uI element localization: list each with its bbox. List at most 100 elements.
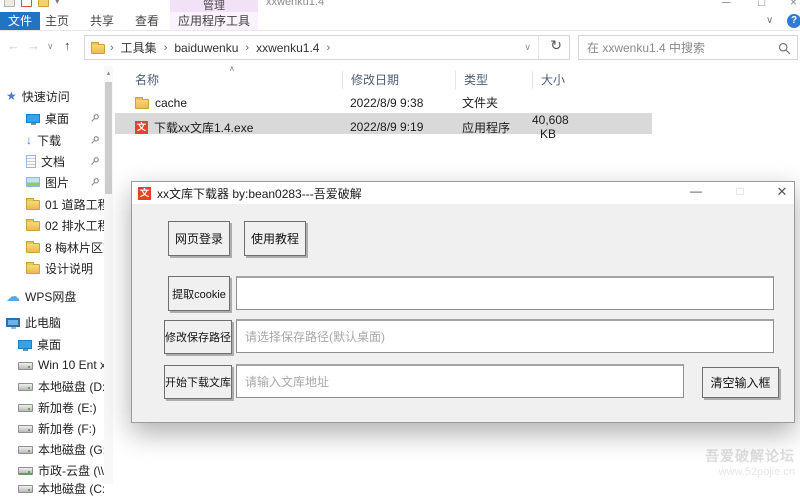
desktop-icon [26, 114, 40, 123]
pin-icon [90, 177, 100, 187]
pin-icon [90, 113, 100, 123]
tab-file[interactable]: 文件 [0, 12, 40, 30]
sidebar-scrollbar[interactable]: ▴ [104, 66, 113, 484]
back-button[interactable]: ← [7, 38, 20, 53]
sidebar-item-drive-e[interactable]: 新加卷 (E:) [0, 397, 104, 417]
window-minimize-button[interactable]: ─ [722, 0, 731, 9]
sidebar-item-desktop[interactable]: 桌面 [0, 108, 104, 128]
sidebar-item-this-pc[interactable]: 此电脑 [0, 312, 104, 332]
column-header-name[interactable]: 名称 [115, 71, 342, 89]
sidebar-label: 此电脑 [25, 314, 61, 331]
help-icon[interactable]: ? [787, 14, 800, 28]
sidebar-item-wps-cloud[interactable]: ☁ WPS网盘 [0, 286, 104, 306]
sidebar-item-folder[interactable]: 设计说明 [0, 258, 104, 278]
dialog-minimize-button[interactable]: — [684, 184, 708, 198]
watermark-line2: www.52pojie.cn [705, 466, 795, 478]
dialog-close-button[interactable]: ✕ [770, 184, 794, 200]
sidebar-item-network-drive[interactable]: 市政-云盘 (\\192 [0, 460, 104, 480]
tab-application-tools[interactable]: 应用程序工具 [170, 12, 258, 30]
folder-icon [26, 243, 40, 253]
search-icon[interactable] [778, 42, 791, 55]
breadcrumb-item[interactable]: xxwenku1.4 [254, 41, 321, 55]
cookie-input[interactable] [236, 276, 774, 310]
sidebar-label: 本地磁盘 (C:) [38, 480, 104, 497]
tutorial-button[interactable]: 使用教程 [244, 221, 306, 256]
sidebar-label: 本地磁盘 (G:) [38, 441, 104, 458]
sidebar-item-drive-partial[interactable]: 本地磁盘 (C:) [0, 478, 104, 498]
drive-icon [18, 446, 33, 454]
sidebar-item-desktop[interactable]: 桌面 [0, 334, 104, 354]
sidebar-label: 快速访问 [22, 88, 70, 105]
ribbon-collapse-icon[interactable]: ∨ [766, 15, 773, 26]
doc-url-input[interactable] [236, 364, 684, 398]
watermark: 吾爱破解论坛 www.52pojie.cn [705, 446, 795, 478]
dialog-title: xx文库下载器 by:bean0283---吾爱破解 [157, 185, 362, 202]
star-icon: ★ [6, 90, 17, 102]
forward-button[interactable]: → [27, 38, 40, 53]
sidebar-item-drive-d[interactable]: 本地磁盘 (D:) [0, 376, 104, 396]
tab-view[interactable]: 查看 [128, 12, 166, 30]
scroll-up-icon[interactable]: ▴ [104, 69, 113, 77]
tab-home[interactable]: 主页 [38, 12, 76, 30]
qat-new-folder-icon[interactable] [21, 0, 32, 7]
file-row-cache[interactable]: cache 2022/8/9 9:38 文件夹 [115, 92, 652, 113]
address-dropdown-icon[interactable]: ∨ [524, 42, 531, 53]
file-name: 下载xx文库1.4.exe [154, 119, 253, 136]
sidebar-label: Win 10 Ent x64 [38, 358, 104, 372]
sidebar-item-pictures[interactable]: 图片 [0, 172, 104, 192]
search-box [578, 35, 798, 60]
dialog-titlebar[interactable]: 文 xx文库下载器 by:bean0283---吾爱破解 — □ ✕ [132, 182, 794, 204]
sidebar-label: 8 梅林片区市政 [45, 239, 104, 256]
breadcrumb-chevron-icon: › [240, 42, 254, 54]
scrollbar-thumb[interactable] [105, 82, 112, 194]
up-button[interactable]: ↑ [64, 38, 71, 53]
wenku-exe-icon: 文 [135, 121, 148, 134]
sidebar-item-folder[interactable]: 01 道路工程 [0, 194, 104, 214]
sidebar-item-folder[interactable]: 8 梅林片区市政 [0, 237, 104, 257]
sidebar-label: WPS网盘 [25, 288, 76, 305]
file-row-exe[interactable]: 文 下载xx文库1.4.exe 2022/8/9 9:19 应用程序 40,60… [115, 113, 652, 134]
search-input[interactable] [579, 36, 769, 59]
dialog-maximize-button: □ [728, 184, 752, 198]
tab-share[interactable]: 共享 [84, 12, 120, 30]
qat-dropdown-icon[interactable]: ▾ [55, 0, 66, 7]
breadcrumb-item[interactable]: baiduwenku [172, 41, 240, 55]
sidebar-item-documents[interactable]: 文档 [0, 151, 104, 171]
desktop-icon [18, 340, 32, 349]
drive-icon [18, 404, 33, 412]
sidebar-item-drive-f[interactable]: 新加卷 (F:) [0, 418, 104, 438]
sidebar-item-downloads[interactable]: ↓ 下载 [0, 130, 104, 150]
sidebar-label: 01 道路工程 [45, 196, 104, 213]
folder-icon [26, 221, 40, 231]
modify-save-path-button[interactable]: 修改保存路径 [164, 320, 232, 354]
recent-locations-icon[interactable]: ∨ [47, 41, 54, 52]
column-header-type[interactable]: 类型 [455, 71, 532, 89]
file-size: 40,608 KB [532, 113, 652, 141]
sidebar-item-drive-c[interactable]: Win 10 Ent x64 [0, 355, 104, 375]
ribbon-manage-group[interactable]: 管理 [170, 0, 258, 12]
drive-icon [18, 383, 33, 391]
address-bar[interactable]: › 工具集 › baiduwenku › xxwenku1.4 › ∨ ↻ [84, 35, 570, 60]
sidebar-item-folder[interactable]: 02 排水工程 [0, 215, 104, 235]
sidebar-item-quick-access[interactable]: ★ 快速访问 [0, 86, 104, 106]
sidebar-label: 文档 [41, 153, 65, 170]
column-header-size[interactable]: 大小 [532, 71, 652, 89]
qat-properties-icon[interactable] [4, 0, 15, 7]
pictures-icon [26, 177, 40, 187]
window-maximize-button[interactable]: □ [758, 0, 765, 9]
drive-icon [18, 362, 33, 370]
save-path-input[interactable] [236, 319, 774, 353]
sidebar-label: 设计说明 [45, 260, 93, 277]
window-close-button[interactable]: × [790, 0, 797, 9]
web-login-button[interactable]: 网页登录 [168, 221, 230, 256]
start-download-button[interactable]: 开始下载文库 [164, 365, 232, 399]
extract-cookie-button[interactable]: 提取cookie [168, 276, 230, 311]
cloud-icon: ☁ [6, 290, 20, 302]
refresh-icon[interactable]: ↻ [550, 37, 562, 54]
pin-icon [90, 135, 100, 145]
qat-folder-icon[interactable] [38, 0, 49, 7]
clear-input-button[interactable]: 清空输入框 [702, 367, 779, 398]
sidebar-item-drive-g[interactable]: 本地磁盘 (G:) [0, 439, 104, 459]
breadcrumb-item[interactable]: 工具集 [119, 39, 159, 56]
column-header-date[interactable]: 修改日期 [342, 71, 455, 89]
